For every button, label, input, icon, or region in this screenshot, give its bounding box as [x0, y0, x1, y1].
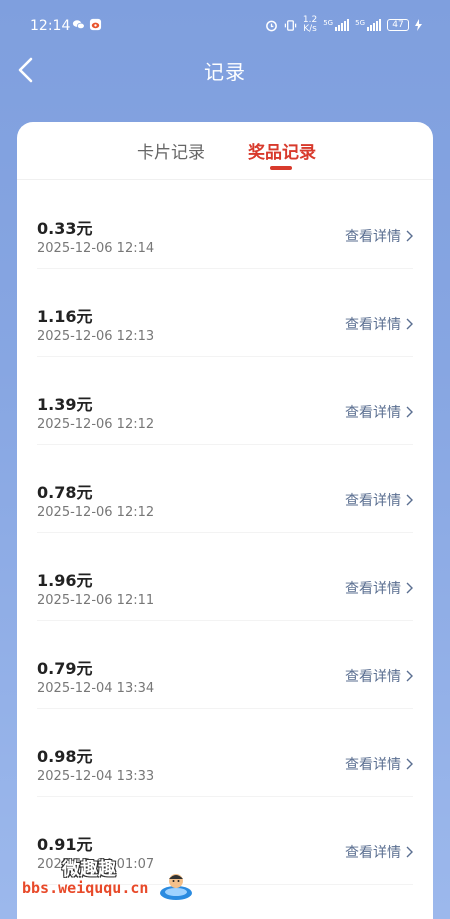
- charging-icon: [415, 19, 422, 31]
- chevron-right-icon: [406, 758, 413, 770]
- status-right-icons: 1.2 K/s 5G 5G 47: [265, 16, 422, 34]
- wechat-icon: [72, 20, 85, 30]
- record-time: 2025-12-06 12:12: [37, 505, 155, 520]
- active-tab-indicator: [270, 166, 292, 170]
- record-amount: 0.98元: [37, 747, 93, 766]
- list-item[interactable]: 1.96元 2025-12-06 12:11 查看详情: [37, 533, 413, 621]
- status-bar: 12:14 1.2 K/s 5G 5G 47: [0, 0, 450, 50]
- list-item[interactable]: 1.16元 2025-12-06 12:13 查看详情: [37, 269, 413, 357]
- record-amount: 0.79元: [37, 659, 93, 678]
- record-amount: 0.33元: [37, 219, 93, 238]
- list-item[interactable]: 0.33元 2025-12-06 12:14 查看详情: [37, 181, 413, 269]
- view-details-link[interactable]: 查看详情: [345, 842, 413, 862]
- record-time: 2025-12-06 12:14: [37, 241, 155, 256]
- list-item[interactable]: 0.98元 2025-12-04 13:33 查看详情: [37, 709, 413, 797]
- record-amount: 0.78元: [37, 483, 93, 502]
- view-details-link[interactable]: 查看详情: [345, 754, 413, 774]
- vibrate-icon: [284, 19, 297, 31]
- record-amount: 1.16元: [37, 307, 93, 326]
- header: 记录: [0, 50, 450, 90]
- record-amount: 0.91元: [37, 835, 93, 854]
- tab-prize-records[interactable]: 奖品记录: [248, 138, 316, 163]
- chevron-right-icon: [406, 670, 413, 682]
- list-item[interactable]: 1.39元 2025-12-06 12:12 查看详情: [37, 357, 413, 445]
- chevron-right-icon: [406, 230, 413, 242]
- record-time: 2025-12-06 12:11: [37, 593, 155, 608]
- watermark-name: 微趣趣: [62, 859, 116, 880]
- view-details-link[interactable]: 查看详情: [345, 578, 413, 598]
- signal-icon-sim2: 5G: [355, 19, 381, 31]
- signal-icon-sim1: 5G: [323, 19, 350, 31]
- page-title: 记录: [204, 60, 246, 84]
- chevron-right-icon: [406, 406, 413, 418]
- mascot-icon: [160, 874, 192, 900]
- list-item[interactable]: 0.78元 2025-12-06 12:12 查看详情: [37, 445, 413, 533]
- record-time: 2025-12-04 13:33: [37, 769, 155, 784]
- weibo-icon: [89, 18, 102, 31]
- status-time: 12:14: [30, 18, 71, 34]
- records-card: 卡片记录 奖品记录 0.33元 2025-12-06 12:14 查看详情 1.…: [17, 122, 433, 919]
- status-notification-icons: [72, 18, 102, 31]
- network-speed: 1.2 K/s: [302, 15, 318, 34]
- chevron-right-icon: [406, 846, 413, 858]
- watermark-url: bbs.weiququ.cn: [22, 879, 149, 897]
- view-details-link[interactable]: 查看详情: [345, 402, 413, 422]
- records-list: 0.33元 2025-12-06 12:14 查看详情 1.16元 2025-1…: [17, 181, 433, 885]
- record-amount: 1.96元: [37, 571, 93, 590]
- view-details-link[interactable]: 查看详情: [345, 666, 413, 686]
- watermark: 微趣趣 bbs.weiququ.cn: [22, 855, 202, 915]
- view-details-link[interactable]: 查看详情: [345, 226, 413, 246]
- alarm-icon: [266, 20, 277, 31]
- record-time: 2025-12-04 13:34: [37, 681, 155, 696]
- record-time: 2025-12-06 12:12: [37, 417, 155, 432]
- chevron-right-icon: [406, 494, 413, 506]
- chevron-right-icon: [406, 582, 413, 594]
- tab-bar: 卡片记录 奖品记录: [17, 122, 433, 180]
- chevron-right-icon: [406, 318, 413, 330]
- view-details-link[interactable]: 查看详情: [345, 314, 413, 334]
- record-time: 2025-12-06 12:13: [37, 329, 155, 344]
- view-details-link[interactable]: 查看详情: [345, 490, 413, 510]
- tab-card-records[interactable]: 卡片记录: [137, 138, 205, 163]
- battery-indicator: 47: [387, 19, 409, 31]
- record-amount: 1.39元: [37, 395, 93, 414]
- list-item[interactable]: 0.79元 2025-12-04 13:34 查看详情: [37, 621, 413, 709]
